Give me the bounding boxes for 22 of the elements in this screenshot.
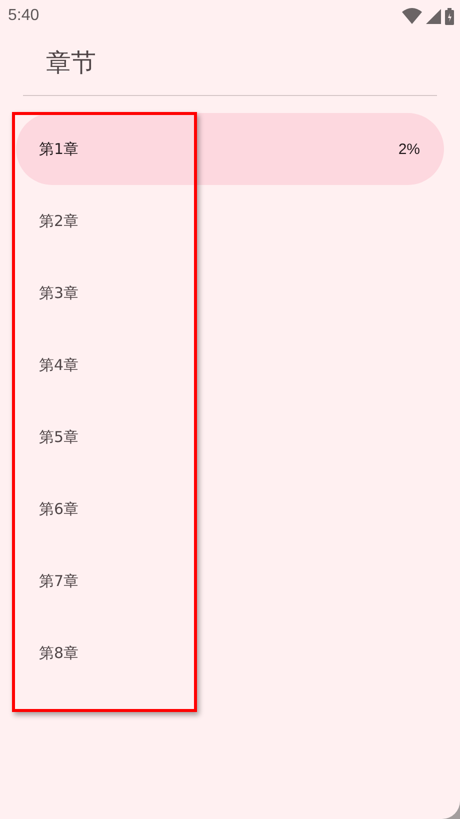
chapter-label: 第7章 <box>39 572 79 590</box>
chapter-label: 第6章 <box>39 500 79 518</box>
chapter-item[interactable]: 第4章 <box>16 329 444 401</box>
signal-icon <box>426 8 441 24</box>
chapter-label: 第5章 <box>39 428 79 446</box>
drawer-title: 章节 <box>45 47 97 79</box>
chapter-item[interactable]: 第2章 <box>16 185 444 257</box>
progress-percent: 2% <box>398 140 420 158</box>
chapter-label: 第1章 <box>39 140 79 158</box>
status-time: 5:40 <box>8 7 40 25</box>
chapter-item[interactable]: 第5章 <box>16 401 444 473</box>
chapter-label: 第3章 <box>39 284 79 302</box>
chapter-item[interactable]: 第6章 <box>16 473 444 545</box>
chapter-label: 第8章 <box>39 644 79 662</box>
chapter-item[interactable]: 第3章 <box>16 257 444 329</box>
chapter-label: 第4章 <box>39 356 79 374</box>
chapter-item[interactable]: 第7章 <box>16 545 444 617</box>
chapter-label: 第2章 <box>39 212 79 230</box>
battery-icon <box>445 8 454 24</box>
wifi-icon <box>402 8 422 24</box>
chapter-item[interactable]: 第8章 <box>16 617 444 689</box>
chapter-item[interactable]: 第1章 2% <box>16 113 444 185</box>
